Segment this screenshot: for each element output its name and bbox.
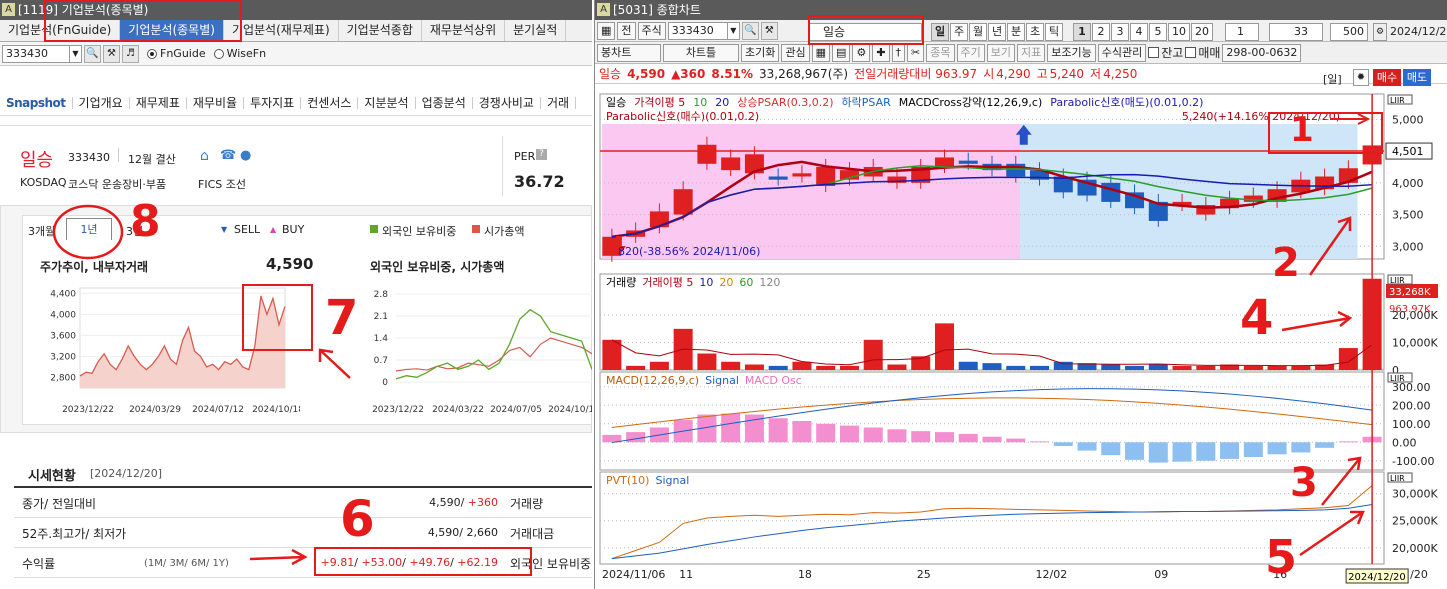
annotation-arrow-3 [1321,456,1362,506]
annotation-arrows [52,113,1371,566]
annotation-arrow-1 [1330,113,1371,125]
annotation-arrow-7 [318,348,351,379]
annotation-arrow-4 [1281,310,1353,332]
annotation-arrow-5 [1299,510,1365,557]
annotation-arrow-6 [249,548,308,566]
annotation-arrow-2 [1308,216,1352,276]
annotation-circle [52,204,124,260]
